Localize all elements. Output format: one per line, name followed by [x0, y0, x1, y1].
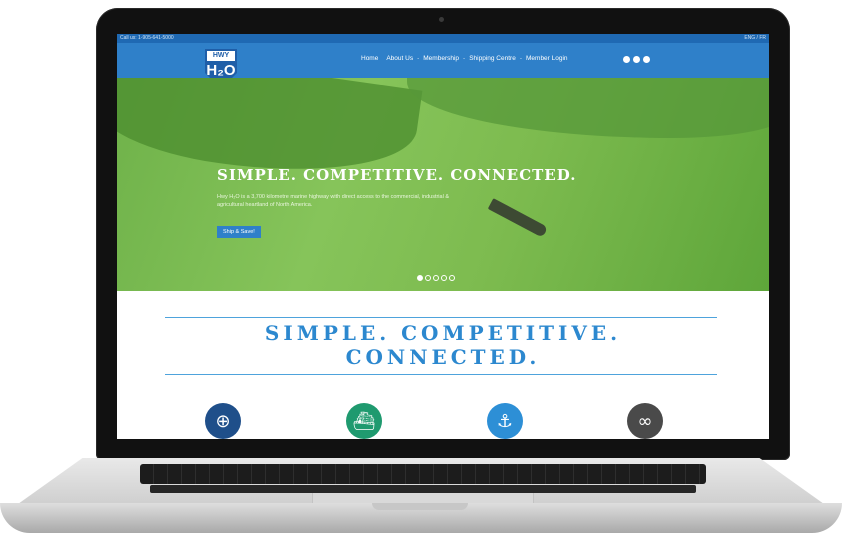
ship-icon[interactable]: ⛴ — [346, 403, 382, 439]
logo-h2o-text: H₂O — [206, 62, 236, 79]
carousel-dot[interactable] — [433, 275, 439, 281]
keyboard-row — [150, 485, 696, 493]
nav-about-us[interactable]: About Us — [386, 55, 413, 62]
language-switch[interactable]: ENG / FR — [744, 34, 766, 43]
screen: Call us: 1-905-641-5000 ENG / FR HWY H₂O… — [117, 34, 769, 439]
hero-land-shape — [407, 78, 769, 138]
carousel-dot[interactable] — [441, 275, 447, 281]
intro-section: SIMPLE. COMPETITIVE. CONNECTED. ⊕ ⛴ ⚓ ∞ — [117, 291, 769, 439]
divider — [165, 317, 717, 318]
laptop-notch — [372, 503, 468, 510]
carousel-dot[interactable] — [417, 275, 423, 281]
laptop-mockup: Call us: 1-905-641-5000 ENG / FR HWY H₂O… — [0, 0, 842, 539]
carousel-dots — [417, 275, 455, 281]
linkedin-icon[interactable] — [643, 56, 650, 63]
youtube-icon[interactable] — [633, 56, 640, 63]
topbar: Call us: 1-905-641-5000 ENG / FR — [117, 34, 769, 43]
camera-icon — [439, 17, 444, 22]
social-links — [623, 56, 650, 63]
nav-home[interactable]: Home — [361, 55, 378, 62]
hero-body: Hwy H₂O is a 3,700 kilometre marine high… — [217, 194, 449, 208]
nav-membership[interactable]: Membership — [423, 55, 459, 62]
carousel-dot[interactable] — [449, 275, 455, 281]
section-headline-line2: CONNECTED. — [345, 345, 541, 369]
navbar: HWY H₂O Home About Us - Membership - Shi… — [117, 43, 769, 89]
hero-banner: SIMPLE. COMPETITIVE. CONNECTED. Hwy H₂O … — [117, 78, 769, 291]
logo-hwy-text: HWY — [207, 51, 235, 61]
link-icon[interactable]: ∞ — [627, 403, 663, 439]
feature-icons: ⊕ ⛴ ⚓ ∞ — [117, 403, 769, 439]
nav-separator: - — [417, 55, 420, 62]
nav-separator: - — [463, 55, 466, 62]
ship-and-save-button[interactable]: Ship & Save! — [217, 226, 261, 238]
keyboard — [140, 464, 706, 484]
section-headline: SIMPLE. COMPETITIVE. CONNECTED. — [117, 321, 769, 369]
nav-member-login[interactable]: Member Login — [526, 55, 568, 62]
globe-icon[interactable]: ⊕ — [205, 403, 241, 439]
nav-shipping-centre[interactable]: Shipping Centre — [469, 55, 516, 62]
carousel-dot[interactable] — [425, 275, 431, 281]
twitter-icon[interactable] — [623, 56, 630, 63]
hero-headline: SIMPLE. COMPETITIVE. CONNECTED. — [217, 166, 577, 184]
nav-separator: - — [519, 55, 522, 62]
crane-icon[interactable]: ⚓ — [487, 403, 523, 439]
section-headline-line1: SIMPLE. COMPETITIVE. — [264, 321, 622, 345]
call-us-text: Call us: 1-905-641-5000 — [120, 35, 174, 41]
ship-image — [487, 198, 549, 238]
divider — [165, 374, 717, 375]
main-nav: Home About Us - Membership - Shipping Ce… — [357, 55, 572, 62]
